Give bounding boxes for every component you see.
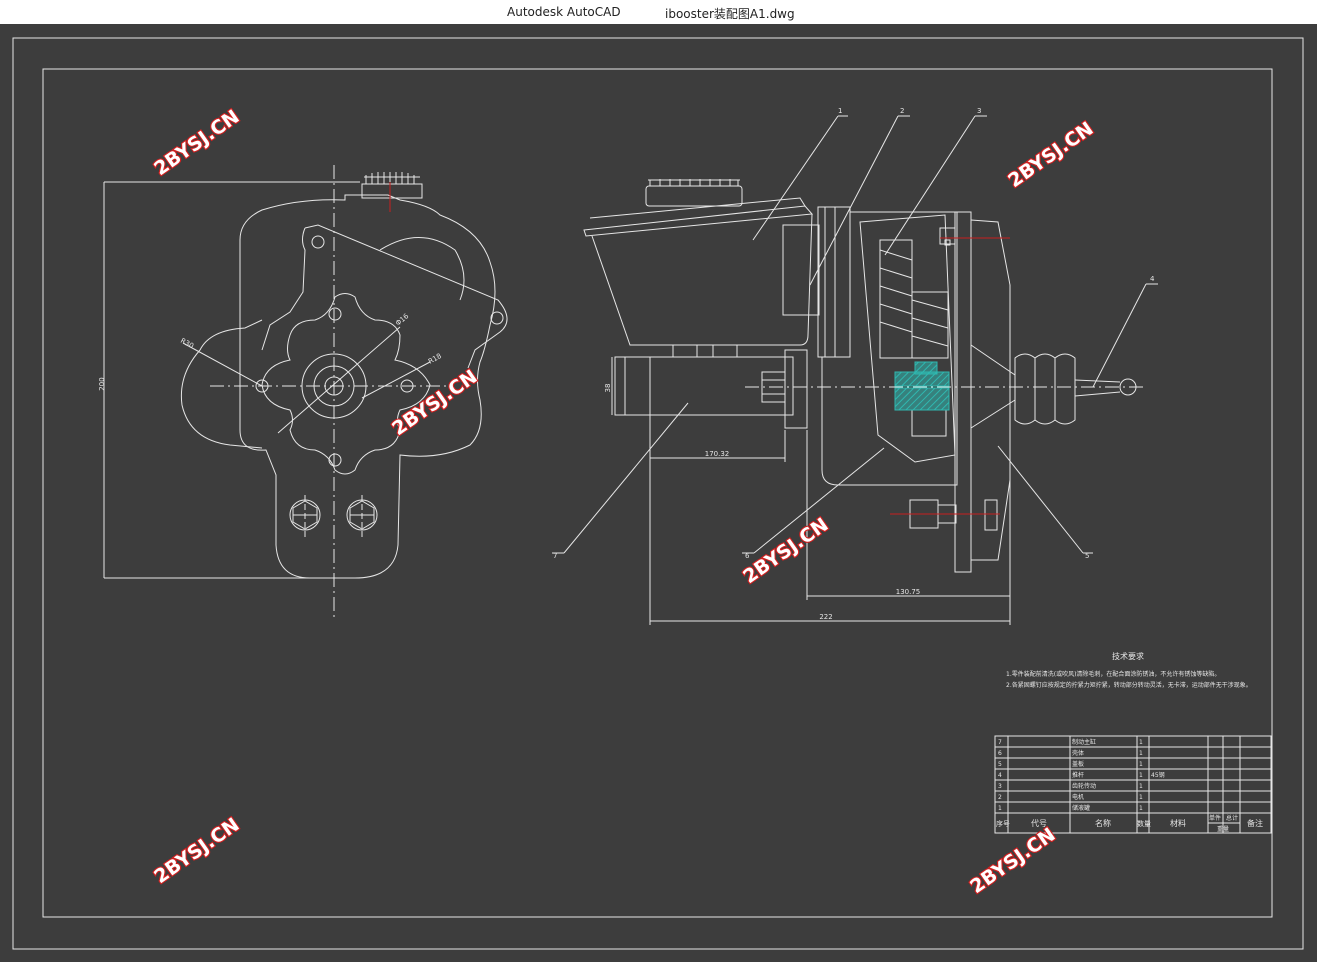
bom-header-name: 名称: [1095, 818, 1111, 828]
tech-req-line-1: 1.零件装配前清洗(或吹风)清除毛刺，在配合面涂防锈油，不允许有锈蚀等缺陷。: [1006, 670, 1220, 678]
watermark: 2BYSJ.CN: [150, 106, 243, 180]
dim-length-1: 170.32: [705, 450, 730, 458]
watermark: 2BYSJ.CN: [739, 514, 832, 588]
bom-row-no: 1: [998, 805, 1002, 812]
bom-row-no: 4: [998, 772, 1002, 779]
bom-row-name: 盖板: [1072, 760, 1084, 768]
bom-row-no: 2: [998, 794, 1002, 801]
tech-req-title: 技术要求: [1112, 651, 1144, 661]
watermark: 2BYSJ.CN: [150, 814, 243, 888]
balloon-1: 1: [838, 107, 842, 115]
app-name: Autodesk AutoCAD: [507, 5, 621, 19]
balloon-5: 5: [1085, 552, 1089, 560]
dim-diameter: Φ16: [394, 312, 411, 328]
balloon-7: 7: [553, 552, 557, 560]
bom-row-qty: 1: [1139, 761, 1143, 768]
cad-drawing[interactable]: 200 R30 Φ16 R18 1 2 3 4 5 6 7 38 170.32 …: [0, 24, 1317, 962]
bom-row-qty: 1: [1139, 783, 1143, 790]
tech-req-line-2: 2.各紧固螺钉应按规定的拧紧力矩拧紧，转动部分转动灵活，无卡滞，运动部件无干涉现…: [1006, 681, 1252, 689]
dim-length-3: 222: [819, 613, 832, 621]
dim-front-height: 200: [98, 377, 106, 390]
bom-row-qty: 1: [1139, 739, 1143, 746]
bom-header-qty: 数量: [1137, 819, 1151, 828]
bom-row-qty: 1: [1139, 772, 1143, 779]
dim-length-2: 130.75: [896, 588, 921, 596]
bom-row-name: 电机: [1072, 793, 1084, 801]
bom-row-name: 齿轮传动: [1072, 782, 1096, 790]
bom-header-unit: 单件: [1209, 814, 1221, 822]
bom-row-qty: 1: [1139, 794, 1143, 801]
bom-row-name: 制动主缸: [1072, 738, 1096, 746]
drawing-canvas[interactable]: 200 R30 Φ16 R18 1 2 3 4 5 6 7 38 170.32 …: [0, 24, 1317, 962]
balloon-4: 4: [1150, 275, 1155, 283]
bom-row-qty: 1: [1139, 750, 1143, 757]
balloon-3: 3: [977, 107, 981, 115]
watermark: 2BYSJ.CN: [1004, 118, 1097, 192]
side-view: [552, 115, 1158, 625]
technical-requirements: 技术要求 1.零件装配前清洗(或吹风)清除毛刺，在配合面涂防锈油，不允许有锈蚀等…: [1006, 651, 1252, 689]
file-name: ibooster装配图A1.dwg: [665, 7, 795, 21]
bom-header-remark: 备注: [1247, 818, 1263, 828]
balloon-2: 2: [900, 107, 904, 115]
outer-border: [12, 37, 1304, 950]
bom-row-no: 6: [998, 750, 1002, 757]
watermark: 2BYSJ.CN: [966, 824, 1059, 898]
bom-row-name: 推杆: [1072, 771, 1084, 779]
bom-row-qty: 1: [1139, 805, 1143, 812]
dim-radius-2: R18: [427, 352, 443, 366]
bom-header-material: 材料: [1170, 818, 1186, 828]
bom-row-no: 5: [998, 761, 1002, 768]
bom-row-no: 7: [998, 739, 1002, 746]
bom-row-material: 45钢: [1151, 771, 1165, 779]
hatched-section: [894, 361, 950, 411]
balloon-6: 6: [745, 552, 750, 560]
bom-row-name: 储液罐: [1072, 804, 1090, 812]
bom-header-total: 总计: [1226, 814, 1238, 822]
bom-header-no: 序号: [996, 819, 1010, 828]
bom-row-name: 壳体: [1072, 749, 1084, 757]
bom-header-weight: 重量: [1217, 825, 1229, 833]
title-bar: Autodesk AutoCAD ibooster装配图A1.dwg: [0, 0, 1317, 24]
dim-side-height: 38: [604, 384, 612, 393]
bom-row-no: 3: [998, 783, 1002, 790]
